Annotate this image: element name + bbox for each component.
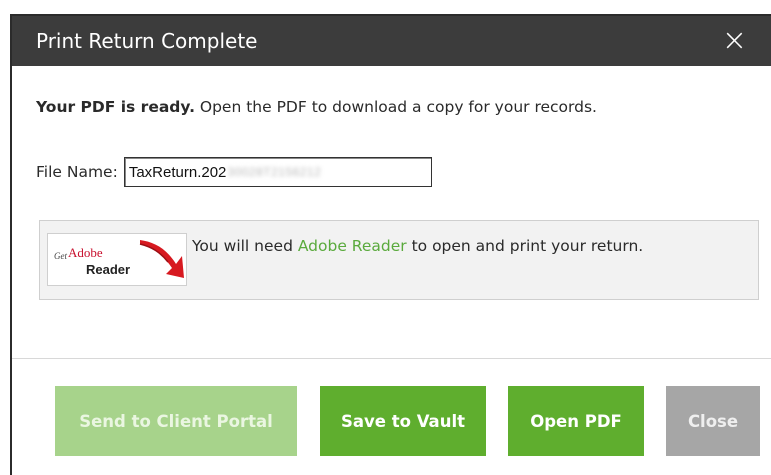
ready-message-bold: Your PDF is ready. [36,98,195,116]
send-to-client-portal-button[interactable]: Send to Client Portal [55,386,297,456]
adobe-reader-message: You will need Adobe Reader to open and p… [192,232,732,260]
adobe-text-after: to open and print your return. [406,237,644,255]
close-button[interactable]: Close [666,386,760,456]
dialog-titlebar: Print Return Complete × [12,16,771,66]
open-pdf-button[interactable]: Open PDF [508,386,644,456]
file-name-label: File Name: [36,163,118,181]
ready-message: Your PDF is ready. Open the PDF to downl… [36,98,597,116]
adobe-text-before: You will need [192,237,298,255]
close-icon[interactable]: × [722,26,747,56]
badge-adobe-text: Adobe [68,245,103,260]
badge-get-text: Get [54,251,67,261]
adobe-reader-link[interactable]: Adobe Reader [298,237,407,255]
dialog-title: Print Return Complete [36,29,258,53]
file-name-field[interactable]: TaxReturn.202 30028T2156212 [123,157,432,187]
file-name-row: File Name: TaxReturn.202 30028T2156212 [36,157,432,187]
footer-divider [12,358,771,359]
badge-reader-text: Reader [86,262,131,277]
file-name-blurred: 30028T2156212 [227,165,322,179]
adobe-reader-icon [136,234,186,285]
ready-message-rest: Open the PDF to download a copy for your… [194,98,597,116]
print-return-dialog: Print Return Complete × Your PDF is read… [10,14,771,475]
get-adobe-reader-badge[interactable]: Get Adobe Reader [47,233,187,286]
file-name-value: TaxReturn.202 [128,163,227,181]
save-to-vault-button[interactable]: Save to Vault [320,386,486,456]
adobe-reader-notice: Get Adobe Reader You will need Adobe Rea… [39,220,759,300]
